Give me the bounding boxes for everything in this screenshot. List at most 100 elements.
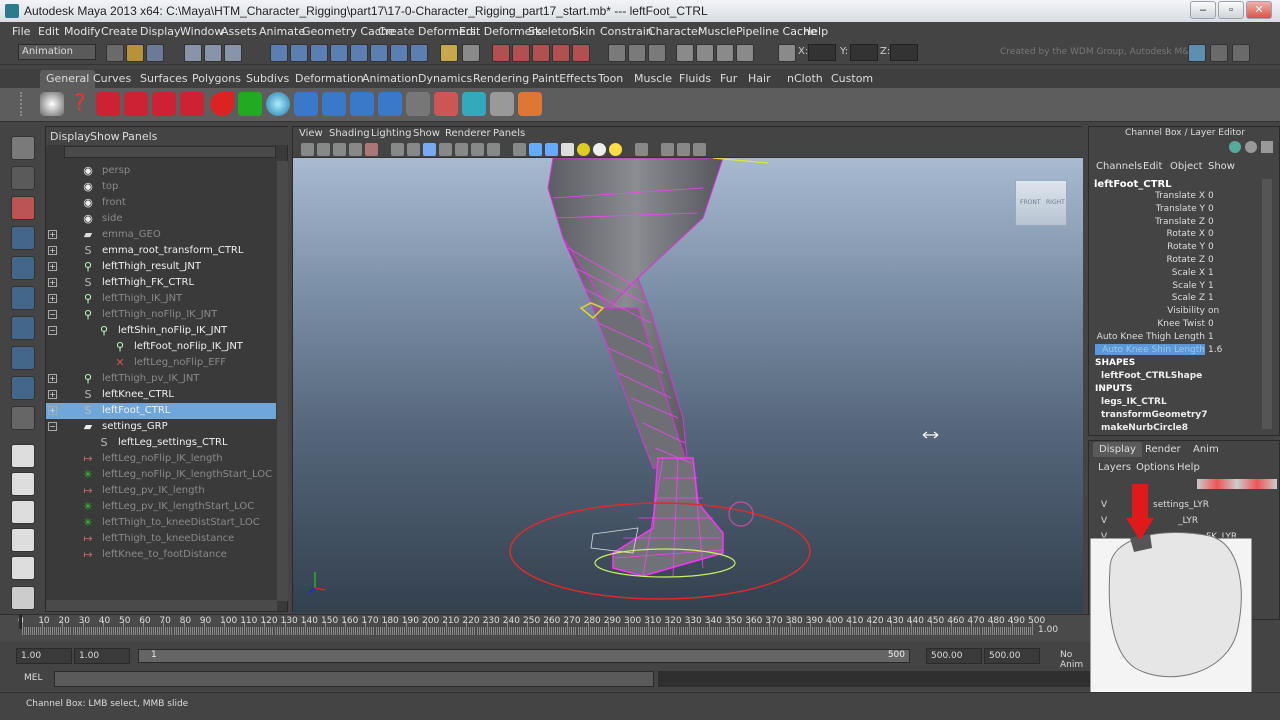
attribute-name[interactable]: Rotate X — [1167, 229, 1206, 239]
open-scene-icon[interactable] — [126, 44, 144, 62]
snap-view-plane-icon[interactable] — [552, 44, 570, 62]
channelbox-node-name[interactable]: leftFoot_CTRL — [1094, 179, 1172, 190]
viewport-menu-lighting[interactable]: Lighting — [371, 128, 411, 139]
input-node[interactable]: legs_IK_CTRL — [1101, 397, 1167, 407]
collapse-icon[interactable]: − — [48, 326, 57, 335]
playback-end-field[interactable]: 500.00 — [926, 648, 982, 664]
pick-mask-icon[interactable] — [390, 44, 408, 62]
outliner-row[interactable]: + ▰ emma_GEO — [46, 227, 276, 243]
attribute-value[interactable]: 0 — [1208, 319, 1214, 329]
shelf-menu-icon[interactable] — [20, 92, 30, 116]
layer-tab-anim[interactable]: Anim — [1193, 444, 1219, 455]
layer-tab-render[interactable]: Render — [1145, 444, 1181, 455]
outliner-row[interactable]: ◉ top — [46, 179, 276, 195]
shape-node[interactable]: leftFoot_CTRLShape — [1101, 371, 1202, 381]
layers-menu-layers[interactable]: Layers — [1098, 462, 1131, 473]
attribute-value[interactable]: on — [1208, 306, 1219, 316]
output-ops-icon[interactable] — [628, 44, 646, 62]
channelbox-scrollbar[interactable] — [1262, 179, 1272, 429]
attribute-value[interactable]: 0 — [1208, 242, 1214, 252]
attribute-value[interactable]: 0 — [1208, 255, 1214, 265]
menu-window[interactable]: Window — [180, 25, 223, 38]
pin-icon[interactable] — [210, 92, 234, 116]
z-field[interactable] — [890, 44, 918, 61]
lattice-icon[interactable] — [490, 92, 514, 116]
shelf-tab-polygons[interactable]: Polygons — [192, 72, 241, 85]
attribute-value[interactable]: 1 — [1208, 332, 1214, 342]
field-chart-icon[interactable] — [439, 143, 452, 156]
attribute-editor-icon[interactable] — [1188, 44, 1206, 62]
outliner-row[interactable]: + SleftThigh_FK_CTRL — [46, 275, 276, 291]
expand-icon[interactable]: + — [48, 230, 57, 239]
layout-four-icon[interactable] — [11, 472, 35, 496]
attribute-value[interactable]: 0 — [1208, 217, 1214, 227]
ik-spline-icon[interactable] — [350, 92, 374, 116]
attribute-name[interactable]: Scale X — [1172, 268, 1205, 278]
attribute-name[interactable]: Auto Knee Thigh Length — [1097, 332, 1205, 342]
highlight-selection-icon[interactable] — [462, 44, 480, 62]
new-scene-icon[interactable] — [106, 44, 124, 62]
shelf-tab-curves[interactable]: Curves — [93, 72, 131, 85]
layers-menu-help[interactable]: Help — [1177, 462, 1200, 473]
construction-history-icon[interactable] — [648, 44, 666, 62]
snap-curve-icon[interactable] — [512, 44, 530, 62]
shelf-tab-surfaces[interactable]: Surfaces — [140, 72, 188, 85]
shelf-tab-fluids[interactable]: Fluids — [679, 72, 711, 85]
attribute-name[interactable]: Knee Twist — [1157, 319, 1205, 329]
channelbox-menu-object[interactable]: Object — [1170, 161, 1203, 172]
minimize-button[interactable]: – — [1190, 1, 1216, 19]
menu-modify[interactable]: Modify — [64, 25, 100, 38]
last-tool-icon[interactable] — [11, 406, 35, 430]
resolution-gate-icon[interactable] — [407, 143, 420, 156]
menu-skin[interactable]: Skin — [572, 25, 595, 38]
channel-box-icon[interactable] — [1232, 44, 1250, 62]
tool-settings-icon[interactable] — [1210, 44, 1228, 62]
attribute-value[interactable]: 1.6 — [1208, 345, 1222, 355]
viewport-menu-renderer[interactable]: Renderer — [445, 128, 491, 139]
menu-character[interactable]: Character — [648, 25, 702, 38]
pick-mask-icon[interactable] — [370, 44, 388, 62]
rotate-tool-icon[interactable] — [11, 256, 35, 280]
outliner-hscrollbar[interactable] — [46, 600, 277, 611]
outliner-row[interactable]: ◉ persp — [46, 163, 276, 179]
mel-input[interactable] — [54, 671, 654, 687]
default-light-icon[interactable] — [577, 143, 590, 156]
viewport-menu-shading[interactable]: Shading — [329, 128, 370, 139]
paint-weights-icon[interactable] — [124, 92, 148, 116]
shelf-tab-custom[interactable]: Custom — [831, 72, 873, 85]
animation-end-field[interactable]: 500.00 — [984, 648, 1040, 664]
attribute-value[interactable]: 0 — [1208, 191, 1214, 201]
shelf-tab-dynamics[interactable]: Dynamics — [418, 72, 472, 85]
shelf-tab-painteffects[interactable]: PaintEffects — [532, 72, 597, 85]
shelf-tab-hair[interactable]: Hair — [748, 72, 771, 85]
safe-title-icon[interactable] — [471, 143, 484, 156]
menu-file[interactable]: File — [12, 25, 30, 38]
arrow-green-icon[interactable] — [238, 92, 262, 116]
outliner-row[interactable]: ↦ leftThigh_to_kneeDistance — [46, 531, 276, 547]
select-hierarchy-icon[interactable] — [184, 44, 202, 62]
x-field[interactable] — [808, 44, 836, 61]
select-object-icon[interactable] — [204, 44, 222, 62]
text-icon[interactable] — [487, 143, 500, 156]
pick-mask-icon[interactable] — [270, 44, 288, 62]
select-component-icon[interactable] — [224, 44, 242, 62]
layout-graph-icon[interactable] — [11, 556, 35, 580]
expand-icon[interactable]: + — [48, 390, 57, 399]
layers-menu-options[interactable]: Options — [1136, 462, 1175, 473]
outliner-row[interactable]: − ⚲ leftThigh_noFlip_IK_JNT — [46, 307, 276, 323]
save-scene-icon[interactable] — [146, 44, 164, 62]
y-field[interactable] — [850, 44, 878, 61]
wireframe-icon[interactable] — [513, 143, 526, 156]
bind-skin-icon[interactable] — [378, 92, 402, 116]
image-plane-icon[interactable] — [349, 143, 362, 156]
attribute-value[interactable]: 1 — [1208, 268, 1214, 278]
outliner-row[interactable]: + ⚲ leftThigh_result_JNT — [46, 259, 276, 275]
layer-tab-display[interactable]: Display — [1093, 442, 1142, 457]
expand-icon[interactable]: + — [48, 406, 57, 415]
isolate-select-icon[interactable] — [635, 143, 648, 156]
outliner-row[interactable]: + ⚲ leftThigh_IK_JNT — [46, 291, 276, 307]
collapse-icon[interactable]: − — [48, 310, 57, 319]
menu-help[interactable]: Help — [803, 25, 828, 38]
ipr-render-icon[interactable] — [716, 44, 734, 62]
show-manipulator-icon[interactable] — [11, 376, 35, 400]
